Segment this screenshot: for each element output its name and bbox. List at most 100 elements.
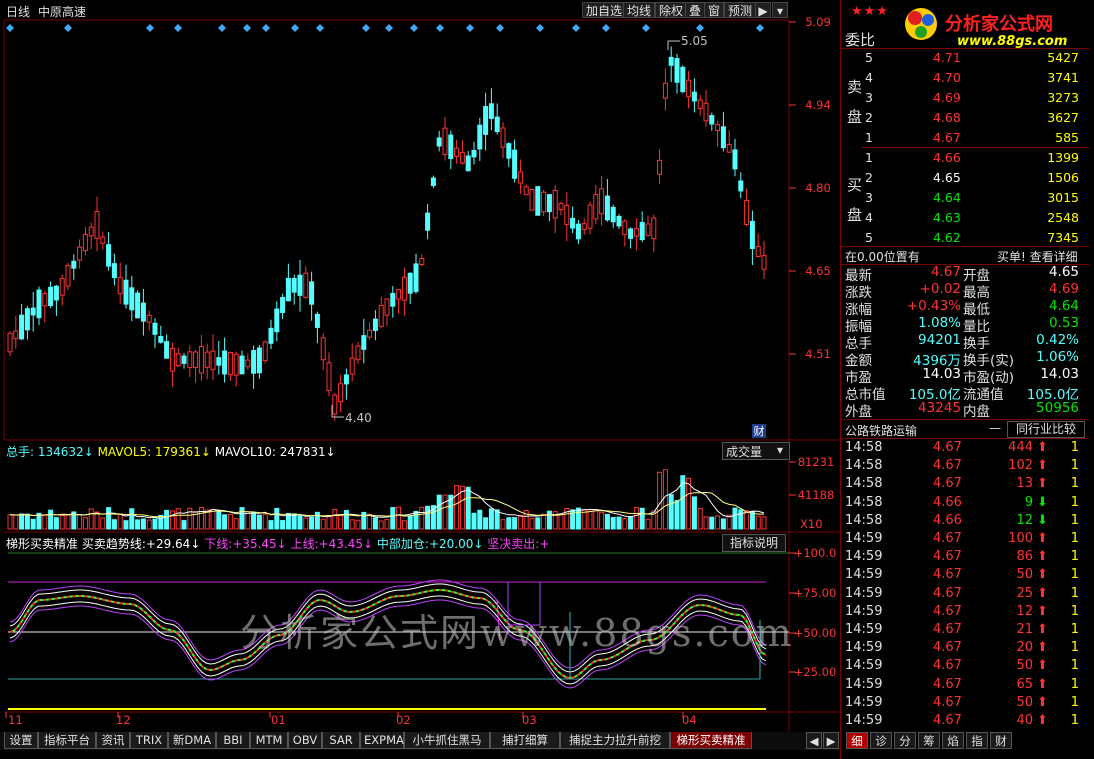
- tick-count: 1: [1070, 603, 1079, 619]
- candle-body: [651, 217, 657, 240]
- ask-price: 4.70: [933, 70, 961, 85]
- candle-body: [384, 298, 390, 316]
- candle-body: [111, 263, 117, 279]
- industry-name[interactable]: 公路铁路运输: [845, 422, 917, 439]
- volume-bar: [198, 506, 204, 530]
- quote-value: 43245: [918, 400, 961, 416]
- x-tick: 02: [396, 713, 411, 727]
- volume-bar: [686, 477, 692, 530]
- tab-indicator[interactable]: SAR: [322, 732, 360, 749]
- tab-panel[interactable]: 筹: [918, 732, 940, 749]
- tab-panel[interactable]: 诊: [870, 732, 892, 749]
- tick-count: 1: [1070, 676, 1079, 692]
- bid-vol: 1399: [1047, 150, 1079, 165]
- tab-panel[interactable]: 焰: [942, 732, 964, 749]
- bid-row[interactable]: 3 4.64 3015: [841, 188, 1089, 208]
- volume-bar: [19, 513, 25, 530]
- industry-compare-button[interactable]: 同行业比较: [1007, 421, 1085, 438]
- scroll-left-icon[interactable]: ◀: [806, 732, 822, 749]
- tick-price: 4.67: [933, 640, 962, 656]
- quote-row: 外盘 43245 内盘 50956: [841, 400, 1089, 420]
- candle-body: [239, 355, 245, 375]
- tab-panel[interactable]: 财: [990, 732, 1012, 749]
- candle-body: [314, 313, 320, 328]
- quote-label: 内盘: [963, 404, 990, 420]
- tab-indicator[interactable]: MTM: [250, 732, 288, 749]
- volume-bar: [152, 518, 158, 530]
- candle-body: [639, 221, 645, 241]
- arrow-up-icon: ⬆: [1037, 658, 1048, 674]
- tab-indicator[interactable]: 指标平台: [38, 732, 96, 749]
- industry-dash: —: [989, 421, 1001, 435]
- volume-bar: [633, 507, 639, 530]
- fin-badge[interactable]: 财: [754, 424, 765, 438]
- candle-body: [599, 188, 605, 215]
- candle-body: [164, 341, 170, 359]
- logo-text: 分析家公式网: [945, 14, 1053, 35]
- volume-bars: [7, 469, 767, 530]
- tab-indicator[interactable]: OBV: [288, 732, 322, 749]
- volume-bar: [297, 515, 303, 530]
- candle-body: [471, 149, 477, 158]
- volume-bar: [512, 517, 518, 530]
- bid-row[interactable]: 5 4.62 7345: [841, 228, 1089, 248]
- volume-bar: [268, 520, 274, 530]
- tab-indicator[interactable]: TRIX: [130, 732, 168, 749]
- volume-bar: [517, 514, 523, 530]
- tick-time: 14:58: [845, 458, 883, 474]
- tick-row: 14:59 4.67 20 ⬆ 1: [841, 640, 1089, 658]
- tab-panel[interactable]: 分: [894, 732, 916, 749]
- low-marker: 4.40: [345, 411, 372, 425]
- sell-label: 坚决卖出:: [487, 537, 540, 551]
- volume-bar: [227, 513, 233, 530]
- candle-body: [19, 314, 25, 340]
- tab-indicator[interactable]: BBI: [216, 732, 250, 749]
- bid-row[interactable]: 2 4.65 1506: [841, 168, 1089, 188]
- tab-indicator[interactable]: 资讯: [96, 732, 130, 749]
- tab-indicator[interactable]: 捕捉主力拉升前挖: [560, 732, 670, 749]
- mid-value: +20.00: [428, 537, 474, 551]
- right-panel: ★★★ 分析家公式网 www.88gs.com 委比 卖盘 买盘 5 4.71 54…: [840, 0, 1094, 759]
- arrow-down-icon: ⬇: [1037, 512, 1048, 528]
- arrow-up-icon: ⬆: [1037, 440, 1048, 455]
- scroll-right-icon[interactable]: ▶: [823, 732, 839, 749]
- tab-indicator[interactable]: EXPMA: [360, 732, 404, 749]
- bid-level: 3: [865, 190, 873, 205]
- volume-bar: [251, 512, 257, 530]
- tick-vol: 20: [1016, 640, 1033, 656]
- ask-row[interactable]: 4 4.70 3741: [841, 68, 1089, 88]
- tick-row: 14:58 4.67 444 ⬆ 1: [841, 440, 1089, 458]
- tab-indicator[interactable]: 捕打细算: [490, 732, 560, 749]
- candle-body: [407, 272, 413, 294]
- ask-level: 5: [865, 50, 873, 65]
- ask-row[interactable]: 3 4.69 3273: [841, 88, 1089, 108]
- indicator-dropdown[interactable]: 成交量 ▾: [722, 442, 790, 460]
- indicator-help-button[interactable]: 指标说明: [722, 534, 786, 552]
- tick-vol: 12: [1016, 603, 1033, 619]
- candle-body: [703, 102, 709, 122]
- ask-row[interactable]: 1 4.67 585: [841, 128, 1089, 148]
- tab-panel[interactable]: 细: [846, 732, 868, 749]
- tab-indicator[interactable]: 设置: [4, 732, 38, 749]
- tick-row: 14:58 4.67 13 ⬆ 1: [841, 476, 1089, 494]
- tab-indicator[interactable]: 梯形买卖精准: [670, 732, 752, 749]
- trend-value: +29.64: [145, 537, 191, 551]
- tick-count: 1: [1070, 512, 1079, 528]
- bid-price: 4.62: [933, 230, 961, 245]
- volume-bar: [657, 471, 663, 530]
- tab-indicator[interactable]: 小牛抓住黑马: [404, 732, 490, 749]
- ask-row[interactable]: 5 4.71 5427: [841, 48, 1089, 68]
- bid-row[interactable]: 4 4.63 2548: [841, 208, 1089, 228]
- tab-indicator[interactable]: 新DMA: [168, 732, 216, 749]
- candle-body: [106, 244, 112, 267]
- rating-stars: ★★★: [851, 4, 889, 19]
- quote-row: 金额 4396万 换手(实) 1.06%: [841, 349, 1089, 369]
- signal-diamonds: [6, 24, 764, 32]
- ask-row[interactable]: 2 4.68 3627: [841, 108, 1089, 128]
- tab-panel[interactable]: 指: [966, 732, 988, 749]
- candle-body: [77, 246, 83, 261]
- volume-bar: [535, 517, 541, 530]
- lower-label: 下线:: [204, 537, 233, 551]
- detail-link[interactable]: 买单! 查看详细: [997, 248, 1078, 265]
- bid-row[interactable]: 1 4.66 1399: [841, 148, 1089, 168]
